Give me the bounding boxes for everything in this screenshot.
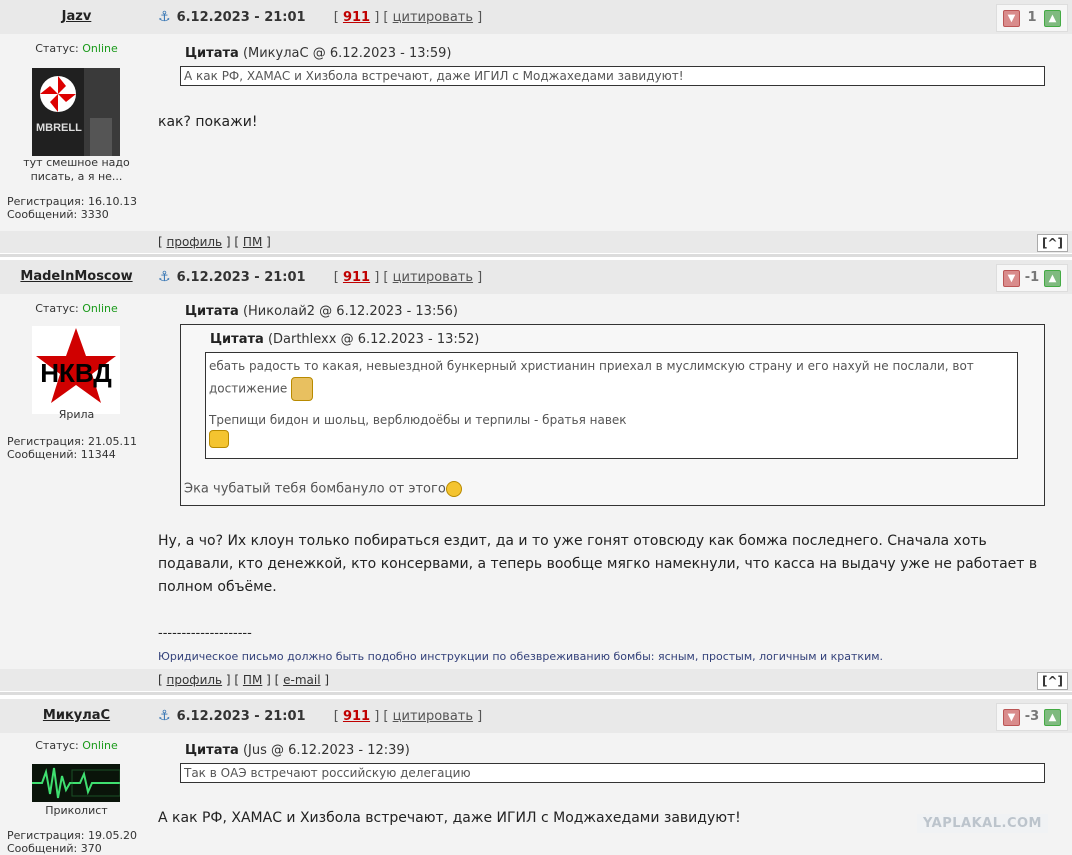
post-body: Ну, а чо? Их клоун только побираться езд… bbox=[158, 533, 1038, 595]
inner-quote-box: ебать радость то какая, невыездной бунке… bbox=[205, 352, 1018, 459]
anchor-icon[interactable]: ⚓ bbox=[158, 708, 171, 724]
inner-quote-line: Трепищи бидон и шольц, верблюдоёбы и тер… bbox=[209, 413, 627, 427]
post-header: MadeInMoscow ⚓ 6.12.2023 - 21:01 [ 911 ] … bbox=[0, 260, 1072, 294]
user-status: Статус: Online bbox=[35, 302, 118, 315]
svg-text:MBRELL: MBRELL bbox=[36, 122, 82, 134]
umbrella-avatar-icon: MBRELL bbox=[32, 68, 120, 156]
user-title: Приколист bbox=[45, 804, 108, 817]
user-title: Ярила bbox=[58, 408, 95, 421]
post-date: 6.12.2023 - 21:01 bbox=[176, 10, 306, 25]
sound-wave-avatar-icon bbox=[32, 764, 121, 802]
registration-date: Регистрация: 16.10.13 bbox=[7, 195, 137, 208]
quote-header: Цитата (Николай2 @ 6.12.2023 - 13:56) bbox=[185, 304, 458, 319]
profile-link[interactable]: профиль bbox=[167, 235, 223, 249]
quote-header: Цитата (МикулаС @ 6.12.2023 - 13:59) bbox=[185, 46, 452, 61]
post-footer: [ профиль ] [ ПМ ] [ e-mail ] [^] bbox=[0, 669, 1072, 691]
author-name[interactable]: Jazv bbox=[0, 0, 153, 34]
user-sidebar: Статус: Online MBRELL тут смешное надо п… bbox=[0, 34, 153, 231]
post-number-link[interactable]: 911 bbox=[343, 270, 370, 285]
fist-emoji-icon bbox=[209, 429, 229, 448]
message-count: Сообщений: 370 bbox=[7, 842, 102, 855]
avatar[interactable] bbox=[32, 764, 121, 802]
post-separator bbox=[0, 692, 1072, 695]
post-header: Jazv ⚓ 6.12.2023 - 21:01 [ 911 ] [ цитиро… bbox=[0, 0, 1072, 34]
quote-link[interactable]: цитировать bbox=[393, 709, 473, 724]
rating-box: ▼ 1 ▲ bbox=[996, 4, 1068, 32]
quote-link[interactable]: цитировать bbox=[393, 10, 473, 25]
user-signature: Юридическое письмо должно быть подобно и… bbox=[158, 650, 884, 663]
quote-box: Так в ОАЭ встречают российскую делегацию bbox=[180, 763, 1045, 783]
post-header: МикулаС ⚓ 6.12.2023 - 21:01 [ 911 ] [ цит… bbox=[0, 699, 1072, 733]
rating-box: ▼ -1 ▲ bbox=[996, 264, 1068, 292]
user-sidebar: Статус: Online Приколист Регистрация: 19… bbox=[0, 733, 153, 855]
post-separator bbox=[0, 254, 1072, 257]
post-meta: ⚓ 6.12.2023 - 21:01 [ 911 ] [ цитировать … bbox=[158, 269, 483, 285]
thumb-up-icon[interactable]: ▲ bbox=[1044, 709, 1061, 726]
scroll-top-button[interactable]: [^] bbox=[1036, 234, 1068, 252]
signature-divider: -------------------- bbox=[158, 626, 252, 641]
post-mikulas: МикулаС ⚓ 6.12.2023 - 21:01 [ 911 ] [ цит… bbox=[0, 699, 1072, 855]
email-link[interactable]: e-mail bbox=[283, 673, 320, 687]
quote-box: А как РФ, ХАМАС и Хизбола встречают, даж… bbox=[180, 66, 1045, 86]
anchor-icon[interactable]: ⚓ bbox=[158, 269, 171, 285]
anchor-icon[interactable]: ⚓ bbox=[158, 9, 171, 25]
outer-quote-box: Цитата (Darthlexx @ 6.12.2023 - 13:52) е… bbox=[180, 324, 1045, 506]
inner-quote-header: Цитата (Darthlexx @ 6.12.2023 - 13:52) bbox=[210, 332, 480, 347]
post-body: А как РФ, ХАМАС и Хизбола встречают, даж… bbox=[158, 810, 741, 826]
post-body: как? покажи! bbox=[158, 114, 258, 130]
profile-link[interactable]: профиль bbox=[167, 673, 223, 687]
site-watermark: YAPLAKAL.COM bbox=[917, 814, 1048, 833]
post-content: Цитата (МикулаС @ 6.12.2023 - 13:59) А к… bbox=[153, 34, 1072, 231]
post-content: Цитата (Jus @ 6.12.2023 - 12:39) Так в О… bbox=[153, 733, 1072, 855]
svg-text:НКВД: НКВД bbox=[40, 358, 112, 388]
quote-link[interactable]: цитировать bbox=[393, 270, 473, 285]
scroll-top-button[interactable]: [^] bbox=[1036, 672, 1068, 690]
post-madeinmoscow: MadeInMoscow ⚓ 6.12.2023 - 21:01 [ 911 ] … bbox=[0, 260, 1072, 691]
thumb-up-icon[interactable]: ▲ bbox=[1044, 10, 1061, 27]
user-status: Статус: Online bbox=[35, 42, 118, 55]
post-date: 6.12.2023 - 21:01 bbox=[176, 270, 306, 285]
post-jazv: Jazv ⚓ 6.12.2023 - 21:01 [ 911 ] [ цитиро… bbox=[0, 0, 1072, 253]
laughing-emoji-icon bbox=[445, 481, 462, 497]
user-title: тут смешное надо писать, а я не... bbox=[23, 156, 130, 183]
registration-date: Регистрация: 19.05.20 bbox=[7, 829, 137, 842]
post-number-link[interactable]: 911 bbox=[343, 10, 370, 25]
post-meta: ⚓ 6.12.2023 - 21:01 [ 911 ] [ цитировать … bbox=[158, 708, 483, 724]
message-count: Сообщений: 3330 bbox=[7, 208, 109, 221]
red-star-avatar-icon: НКВД bbox=[32, 326, 120, 406]
user-sidebar: Статус: Online НКВД Ярила Регистрация: 2… bbox=[0, 294, 153, 669]
post-footer: [ профиль ] [ ПМ ] [^] bbox=[0, 231, 1072, 253]
outer-quote-reply: Эка чубатый тебя бомбануло от этого bbox=[184, 481, 462, 497]
avatar[interactable]: MBRELL bbox=[32, 68, 120, 156]
pm-link[interactable]: ПМ bbox=[243, 235, 262, 249]
rating-box: ▼ -3 ▲ bbox=[996, 703, 1068, 731]
quote-header: Цитата (Jus @ 6.12.2023 - 12:39) bbox=[185, 743, 410, 758]
message-count: Сообщений: 11344 bbox=[7, 448, 116, 461]
inner-quote-line: ебать радость то какая, невыездной бунке… bbox=[209, 355, 1014, 401]
thumb-up-icon[interactable]: ▲ bbox=[1044, 270, 1061, 287]
registration-date: Регистрация: 21.05.11 bbox=[7, 435, 137, 448]
post-number-link[interactable]: 911 bbox=[343, 709, 370, 724]
pm-link[interactable]: ПМ bbox=[243, 673, 262, 687]
post-date: 6.12.2023 - 21:01 bbox=[176, 709, 306, 724]
post-content: Цитата (Николай2 @ 6.12.2023 - 13:56) Ци… bbox=[153, 294, 1072, 669]
user-status: Статус: Online bbox=[35, 739, 118, 752]
avatar[interactable]: НКВД bbox=[32, 326, 120, 414]
author-name[interactable]: МикулаС bbox=[0, 699, 153, 733]
clapping-emoji-icon bbox=[291, 377, 314, 401]
post-meta: ⚓ 6.12.2023 - 21:01 [ 911 ] [ цитировать … bbox=[158, 9, 483, 25]
author-name[interactable]: MadeInMoscow bbox=[0, 260, 153, 294]
